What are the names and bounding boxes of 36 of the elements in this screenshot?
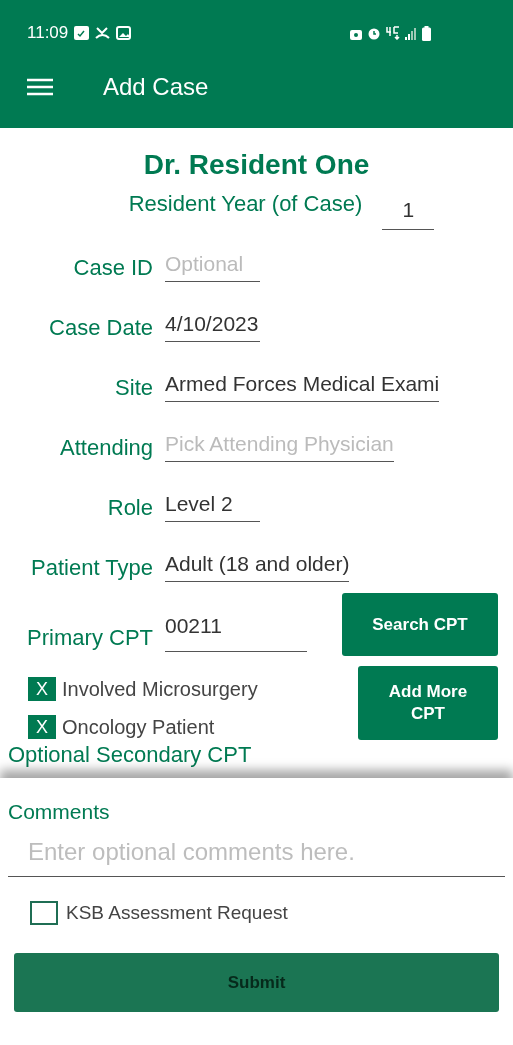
checkbox-label: Oncology Patient	[62, 715, 215, 740]
field-label: Primary CPT	[26, 624, 154, 652]
network-icon	[386, 26, 400, 40]
field-label: Resident Year (of Case)	[128, 190, 363, 218]
checkbox[interactable]	[30, 900, 58, 925]
input-field[interactable]: Adult (18 and older)	[165, 551, 350, 582]
app-title: Add Case	[103, 72, 209, 102]
status-time: 11:09	[27, 22, 69, 45]
signal-icon	[405, 26, 417, 40]
add-more-cpt-button[interactable]: Add More CPT	[358, 666, 498, 740]
comments-label: Comments	[8, 799, 111, 825]
field-label: Site	[114, 374, 154, 402]
input-field[interactable]: 00211	[165, 609, 307, 652]
checkbox-label: Involved Microsurgery	[62, 677, 258, 702]
alarm-icon	[367, 26, 381, 40]
section-heading: Optional Secondary CPT	[7, 742, 253, 768]
input-field[interactable]: 4/10/2023	[165, 311, 260, 342]
field-label: Attending	[59, 434, 154, 462]
field-label: Case ID	[72, 254, 154, 282]
field-label: Role	[106, 494, 154, 522]
image-icon	[116, 26, 132, 40]
checkbox-label: KSB Assessment Request	[66, 900, 288, 925]
search-cpt-button[interactable]: Search CPT	[342, 593, 498, 656]
comments-field[interactable]: Enter optional comments here.	[8, 833, 505, 877]
field-label: Case Date	[48, 314, 154, 342]
battery-icon	[422, 25, 431, 41]
field-label: Patient Type	[30, 554, 154, 582]
doctor-name: Dr. Resident One	[142, 148, 371, 182]
checkbox[interactable]: X	[28, 677, 56, 701]
missed-call-icon	[95, 26, 111, 40]
checkbox[interactable]: X	[28, 715, 56, 739]
input-field[interactable]: 1	[382, 193, 435, 230]
menu-icon[interactable]	[27, 78, 53, 96]
input-field[interactable]: Level 2	[165, 491, 260, 522]
calendar-icon	[74, 26, 90, 40]
input-field[interactable]: Armed Forces Medical Exami	[165, 371, 440, 402]
